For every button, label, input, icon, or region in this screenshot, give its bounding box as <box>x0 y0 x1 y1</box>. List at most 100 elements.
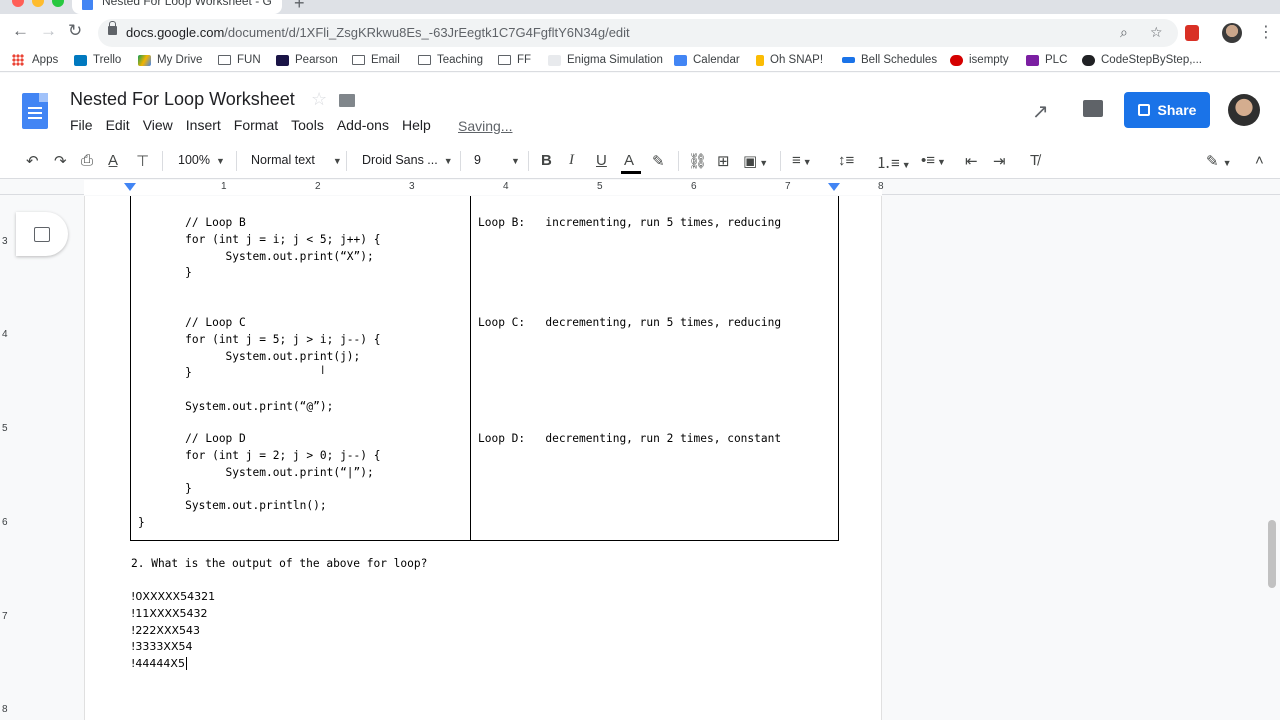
paint-format-icon[interactable]: ⊤ <box>136 152 149 170</box>
numbered-list-icon[interactable]: ⒈≡ ▼ <box>876 152 911 173</box>
vruler-number: 5 <box>2 423 8 434</box>
bookmark-label: Trello <box>93 54 122 66</box>
line-spacing-icon[interactable]: ↕≡ <box>838 152 854 169</box>
editing-mode-pencil-icon[interactable]: ✎ ▼ <box>1206 152 1232 170</box>
redo-icon[interactable]: ↷ <box>54 152 67 170</box>
menu-tools[interactable]: Tools <box>291 117 324 133</box>
share-button[interactable]: Share <box>1124 92 1210 128</box>
maximize-window-button[interactable] <box>52 0 64 7</box>
bookmark-codestepbystep[interactable]: CodeStepByStep,... <box>1082 54 1202 66</box>
vruler-number: 4 <box>2 329 8 340</box>
left-indent-marker[interactable] <box>124 183 136 191</box>
menu-view[interactable]: View <box>143 117 173 133</box>
code-line: // Loop C <box>138 316 246 329</box>
save-status[interactable]: Saving... <box>458 118 512 134</box>
menu-file[interactable]: File <box>70 117 93 133</box>
bookmark-star-icon[interactable]: ☆ <box>1150 24 1163 41</box>
ruler-number: 5 <box>597 181 603 192</box>
right-indent-marker[interactable] <box>828 183 840 191</box>
page-scrollbar[interactable] <box>1268 520 1276 588</box>
bookmark-teaching[interactable]: Teaching <box>418 54 483 66</box>
menu-help[interactable]: Help <box>402 117 431 133</box>
code-table[interactable] <box>130 196 839 541</box>
bookmark-pearson[interactable]: Pearson <box>276 54 338 66</box>
bookmark-email[interactable]: Email <box>352 54 400 66</box>
output-line: !0XXXXX54321 <box>131 590 216 603</box>
paragraph-style-select[interactable]: Normal text ▼ <box>251 153 342 167</box>
vruler-number: 3 <box>2 236 8 247</box>
add-comment-icon[interactable]: ⊞ <box>717 152 730 170</box>
account-avatar[interactable] <box>1228 94 1260 126</box>
italic-icon[interactable]: I <box>569 152 574 169</box>
comment-icon[interactable] <box>1083 100 1103 117</box>
undo-icon[interactable]: ↶ <box>26 152 39 170</box>
bookmark-isempty[interactable]: isempty <box>950 54 1009 66</box>
url-text[interactable]: docs.google.com/document/d/1XFli_ZsgKRkw… <box>126 25 630 40</box>
horizontal-ruler: 1 2 3 4 5 6 7 8 <box>0 180 1280 195</box>
extension-shield-icon[interactable] <box>1185 25 1199 41</box>
bulleted-list-icon[interactable]: •≡ ▼ <box>921 152 946 169</box>
text-color-swatch <box>621 171 641 174</box>
spellcheck-icon[interactable]: A̲ <box>108 152 118 169</box>
code-line: System.out.print(“X”); <box>138 250 374 263</box>
font-select[interactable]: Droid Sans ... ▼ <box>362 153 453 167</box>
move-folder-icon[interactable] <box>339 94 355 107</box>
minimize-window-button[interactable] <box>32 0 44 7</box>
zoom-magnifier-icon[interactable]: ⌕ <box>1120 24 1128 41</box>
docs-logo-icon[interactable] <box>22 93 48 129</box>
bold-icon[interactable]: B <box>541 152 552 169</box>
increase-indent-icon[interactable]: ⇥ <box>993 152 1006 170</box>
bookmark-label: Email <box>371 54 400 66</box>
decrease-indent-icon[interactable]: ⇤ <box>965 152 978 170</box>
output-line-with-caret[interactable]: !44444X5 <box>131 657 187 670</box>
new-tab-icon[interactable]: + <box>294 0 305 14</box>
profile-avatar[interactable] <box>1222 23 1242 43</box>
bookmark-label: FUN <box>237 54 261 66</box>
url-path: /document/d/1XFli_ZsgKRkwu8Es_-63JrEegtk… <box>224 25 630 40</box>
toolbar-divider <box>236 151 237 171</box>
highlight-pen-icon[interactable]: ✎ <box>652 152 665 170</box>
menu-edit[interactable]: Edit <box>106 117 130 133</box>
document-title[interactable]: Nested For Loop Worksheet <box>70 89 295 110</box>
forward-arrow-icon[interactable]: → <box>40 21 57 41</box>
back-arrow-icon[interactable]: ← <box>12 21 29 41</box>
bookmark-apps[interactable]: Apps <box>12 54 58 66</box>
bookmark-plc[interactable]: PLC <box>1026 54 1067 66</box>
insert-link-icon[interactable]: ⛓ <box>688 152 707 170</box>
font-size-select[interactable]: 9 ▼ <box>474 153 520 167</box>
align-left-icon[interactable]: ≡ ▼ <box>792 152 812 169</box>
bookmark-oh-snap[interactable]: Oh SNAP! <box>756 54 823 66</box>
bookmark-trello[interactable]: Trello <box>74 54 121 66</box>
menu-format[interactable]: Format <box>234 117 278 133</box>
menu-addons[interactable]: Add-ons <box>337 117 389 133</box>
more-menu-icon[interactable]: ⋮ <box>1258 22 1274 42</box>
address-toolbar: ← → ↻ docs.google.com/document/d/1XFli_Z… <box>0 14 1280 52</box>
font-size-value: 9 <box>474 153 481 167</box>
reload-icon[interactable]: ↻ <box>68 21 82 41</box>
insert-image-icon[interactable]: ▣ ▼ <box>743 152 768 170</box>
print-icon[interactable]: ⎙ <box>81 152 93 169</box>
bookmark-enigma[interactable]: Enigma Simulation <box>548 54 663 66</box>
close-window-button[interactable] <box>12 0 24 7</box>
pearson-icon <box>276 54 289 66</box>
collapse-menus-icon[interactable]: ˄ <box>1255 152 1264 169</box>
underline-icon[interactable]: U <box>596 152 607 169</box>
bookmark-my-drive[interactable]: My Drive <box>138 54 202 66</box>
star-icon[interactable]: ☆ <box>311 89 327 110</box>
bookmark-bell-schedules[interactable]: Bell Schedules <box>842 54 937 66</box>
zoom-select[interactable]: 100% ▼ <box>178 153 225 167</box>
document-outline-button[interactable] <box>16 212 68 256</box>
bookmark-calendar[interactable]: Calendar <box>674 54 740 66</box>
bookmark-ff[interactable]: FF <box>498 54 531 66</box>
bookmark-fun[interactable]: FUN <box>218 54 261 66</box>
dropdown-caret-icon: ▼ <box>215 156 225 166</box>
code-line: System.out.println(); <box>138 499 327 512</box>
menu-insert[interactable]: Insert <box>186 117 221 133</box>
clear-formatting-icon[interactable]: T̸ <box>1030 152 1039 169</box>
omnibox[interactable]: docs.google.com/document/d/1XFli_ZsgKRkw… <box>98 19 1178 47</box>
toolbar-divider <box>460 151 461 171</box>
outline-list-icon <box>34 227 50 242</box>
text-color-icon[interactable]: A <box>624 152 634 169</box>
activity-trend-icon[interactable]: ↗ <box>1032 99 1049 124</box>
browser-tab[interactable]: Nested For Loop Worksheet - G <box>72 0 282 14</box>
